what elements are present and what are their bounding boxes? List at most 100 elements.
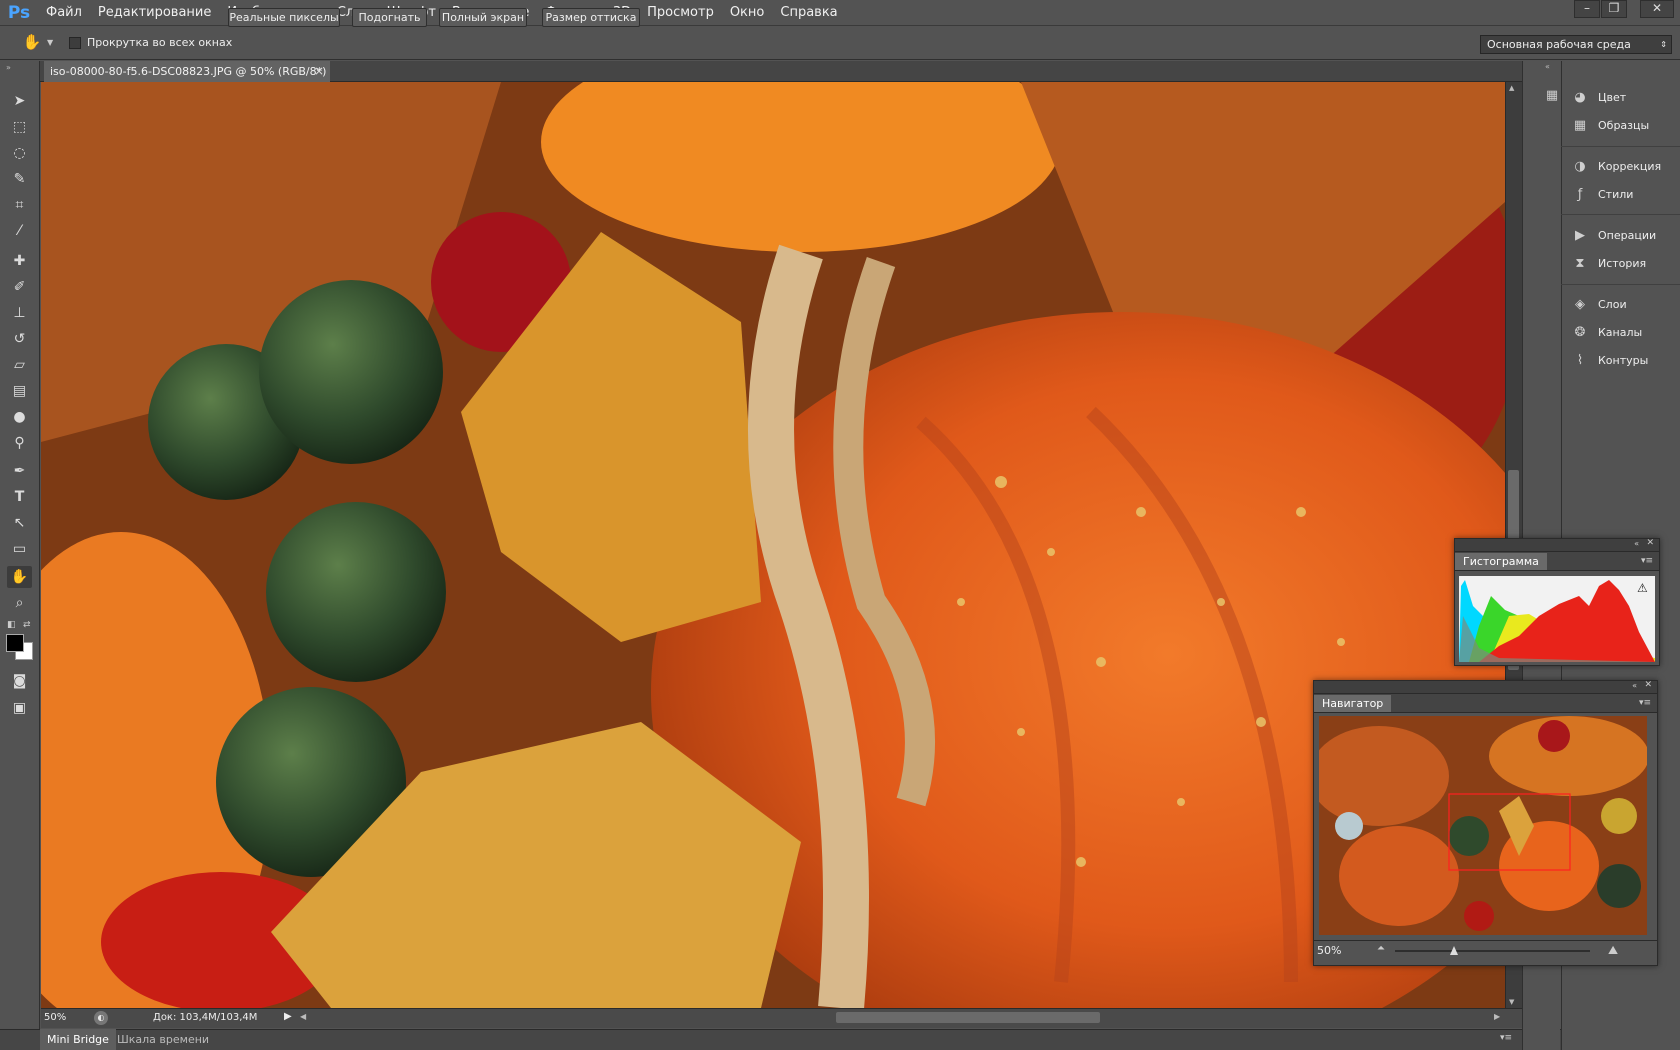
dock-item-paths[interactable]: ⌇ Контуры xyxy=(1571,347,1649,373)
autumn-pumpkins-photo xyxy=(41,82,1505,1008)
dock-label-paths: Контуры xyxy=(1598,353,1649,367)
cache-warning-icon[interactable]: ⚠ xyxy=(1637,581,1648,595)
menu-edit[interactable]: Редактирование xyxy=(90,0,219,26)
navigator-zoom-field[interactable]: 50% xyxy=(1316,941,1364,960)
tab-navigator[interactable]: Навигатор xyxy=(1314,695,1392,712)
close-window-button[interactable]: ✕ xyxy=(1640,0,1674,18)
preset-dropdown-icon[interactable]: ▼ xyxy=(47,38,53,47)
fit-screen-button[interactable]: Подогнать xyxy=(352,8,427,27)
image-canvas[interactable] xyxy=(41,82,1505,1008)
histogram-graph xyxy=(1459,576,1655,662)
restore-button[interactable]: ❐ xyxy=(1601,0,1627,18)
scroll-up-icon[interactable]: ▲ xyxy=(1509,84,1514,92)
pen-tool-icon[interactable]: ✒ xyxy=(7,460,32,482)
minimize-button[interactable]: – xyxy=(1574,0,1600,18)
default-colors-icon[interactable]: ◧ xyxy=(7,620,16,630)
fill-screen-button[interactable]: Полный экран xyxy=(439,8,527,27)
navigator-close-icon[interactable]: ✕ xyxy=(1644,680,1652,690)
styles-icon: ƒ xyxy=(1577,186,1583,202)
close-tab-icon[interactable]: × xyxy=(312,61,326,82)
workspace-select[interactable]: Основная рабочая среда ⇕ xyxy=(1480,35,1672,54)
tab-mini-bridge[interactable]: Mini Bridge xyxy=(40,1029,116,1050)
quick-select-tool-icon[interactable]: ✎ xyxy=(7,168,32,190)
collapse-tools-icon[interactable]: » xyxy=(6,63,11,72)
navigator-titlebar[interactable] xyxy=(1314,681,1657,694)
dodge-tool-icon[interactable]: ⚲ xyxy=(7,432,32,454)
scroll-all-windows-checkbox[interactable] xyxy=(69,37,81,49)
dock-label-actions: Операции xyxy=(1598,228,1657,242)
scroll-down-icon[interactable]: ▼ xyxy=(1509,998,1514,1006)
eyedropper-tool-icon[interactable]: ⁄ xyxy=(7,220,32,242)
status-zoom[interactable]: 50% xyxy=(44,1012,66,1023)
navigator-zoom-slider[interactable] xyxy=(1395,950,1590,952)
paths-icon: ⌇ xyxy=(1576,352,1584,368)
swap-colors-icon[interactable]: ⇄ xyxy=(23,620,31,630)
path-select-tool-icon[interactable]: ↖ xyxy=(7,512,32,534)
zoom-in-icon[interactable]: ⛰ xyxy=(1608,943,1618,958)
histogram-panel: « ✕ Гистограмма ▾≡ ⚠ xyxy=(1454,538,1660,666)
marquee-tool-icon[interactable]: ⬚ xyxy=(7,116,32,138)
bottom-panel-menu-icon[interactable]: ▾≡ xyxy=(1500,1033,1512,1043)
move-tool-icon[interactable]: ➤ xyxy=(7,90,32,112)
navigator-menu-icon[interactable]: ▾≡ xyxy=(1639,698,1651,708)
tab-timeline[interactable]: Шкала времени xyxy=(110,1029,216,1050)
clone-stamp-tool-icon[interactable]: ⊥ xyxy=(7,302,32,324)
print-size-button[interactable]: Размер оттиска xyxy=(542,8,640,27)
rectangle-tool-icon[interactable]: ▭ xyxy=(7,538,32,560)
collapse-dock-icon[interactable]: « xyxy=(1545,62,1550,71)
dock-item-actions[interactable]: ▶ Операции xyxy=(1571,222,1656,248)
history-icon: ⧗ xyxy=(1575,255,1585,271)
dock-item-channels[interactable]: ❂ Каналы xyxy=(1571,319,1643,345)
navigator-zoom-bar: 50% ⏶ ⛰ xyxy=(1313,940,1658,960)
zoom-tool-icon[interactable]: ⌕ xyxy=(7,592,32,614)
status-info-icon[interactable]: ◐ xyxy=(94,1011,108,1025)
navigator-collapse-icon[interactable]: « xyxy=(1632,681,1637,690)
brush-tool-icon[interactable]: ✐ xyxy=(7,276,32,298)
menu-window[interactable]: Окно xyxy=(722,0,773,26)
lasso-tool-icon[interactable]: ◌ xyxy=(7,142,32,164)
histogram-menu-icon[interactable]: ▾≡ xyxy=(1641,556,1653,566)
channels-icon: ❂ xyxy=(1574,324,1586,340)
type-tool-icon[interactable]: T xyxy=(7,486,32,508)
panel-options-icon[interactable]: ▦ xyxy=(1542,88,1562,108)
scroll-right-icon[interactable]: ▶ xyxy=(1494,1012,1500,1021)
history-brush-tool-icon[interactable]: ↺ xyxy=(7,328,32,350)
actions-icon: ▶ xyxy=(1575,227,1585,243)
dock-label-layers: Слои xyxy=(1598,297,1627,311)
navigator-zoom-handle[interactable] xyxy=(1449,946,1458,955)
quick-mask-icon[interactable]: ◙ xyxy=(7,670,32,692)
dock-item-swatches[interactable]: ▦ Образцы xyxy=(1571,112,1649,138)
hand-tool-icon[interactable]: ✋ xyxy=(7,566,32,588)
dock-divider xyxy=(1561,284,1680,285)
navigator-thumbnail[interactable] xyxy=(1319,716,1647,935)
dock-item-history[interactable]: ⧗ История xyxy=(1571,250,1646,276)
scroll-left-icon[interactable]: ◀ xyxy=(300,1012,306,1021)
gradient-tool-icon[interactable]: ▤ xyxy=(7,380,32,402)
status-menu-arrow-icon[interactable]: ▶ xyxy=(284,1011,292,1022)
menu-file[interactable]: Файл xyxy=(38,0,90,26)
blur-tool-icon[interactable]: ● xyxy=(7,406,32,428)
horizontal-scroll-thumb[interactable] xyxy=(836,1012,1100,1023)
healing-brush-tool-icon[interactable]: ✚ xyxy=(7,250,32,272)
document-tab[interactable]: iso-08000-80-f5.6-DSC08823.JPG @ 50% (RG… xyxy=(44,61,330,82)
foreground-color-swatch[interactable] xyxy=(6,634,24,652)
dock-label-channels: Каналы xyxy=(1598,325,1643,339)
crop-tool-icon[interactable]: ⌗ xyxy=(7,194,32,216)
histogram-collapse-icon[interactable]: « xyxy=(1634,539,1639,548)
menu-help[interactable]: Справка xyxy=(772,0,845,26)
adjustments-icon: ◑ xyxy=(1574,158,1586,174)
dock-label-styles: Стили xyxy=(1598,187,1634,201)
histogram-titlebar[interactable] xyxy=(1455,539,1659,552)
dock-item-color[interactable]: ◕ Цвет xyxy=(1571,84,1626,110)
tab-histogram[interactable]: Гистограмма xyxy=(1455,553,1547,570)
menu-view[interactable]: Просмотр xyxy=(639,0,722,26)
hand-tool-preset-icon[interactable]: ✋ xyxy=(20,33,44,55)
screen-mode-icon[interactable]: ▣ xyxy=(7,697,32,719)
actual-pixels-button[interactable]: Реальные пикселы xyxy=(228,8,340,27)
dock-item-layers[interactable]: ◈ Слои xyxy=(1571,291,1627,317)
dock-item-adjustments[interactable]: ◑ Коррекция xyxy=(1571,153,1661,179)
eraser-tool-icon[interactable]: ▱ xyxy=(7,354,32,376)
histogram-close-icon[interactable]: ✕ xyxy=(1646,538,1654,548)
dock-item-styles[interactable]: ƒ Стили xyxy=(1571,181,1634,207)
zoom-out-icon[interactable]: ⏶ xyxy=(1377,943,1385,954)
